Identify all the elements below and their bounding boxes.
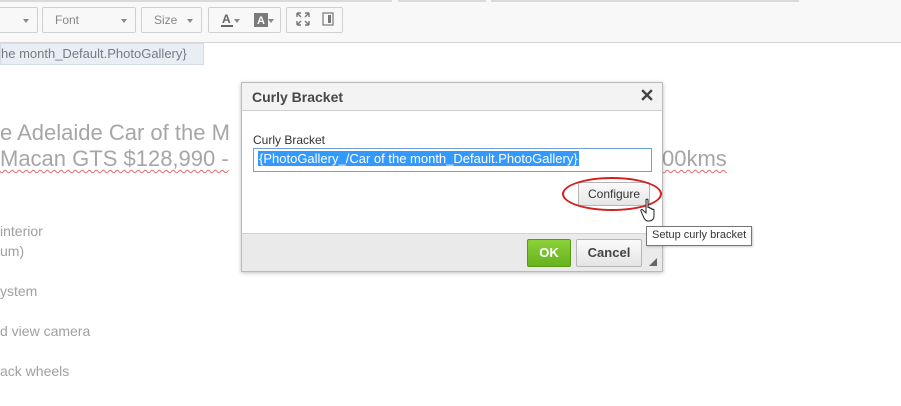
svg-text:A: A	[222, 12, 231, 26]
curly-bracket-label: Curly Bracket	[253, 133, 326, 147]
list-item: um)	[0, 243, 25, 259]
heading-line-1-text: e Adelaide Car of the M	[0, 120, 230, 145]
ok-button[interactable]: OK	[527, 239, 571, 267]
heading-line-2-text: Macan GTS $128,990 -	[0, 146, 229, 171]
cancel-button[interactable]: Cancel	[576, 239, 642, 267]
curly-bracket-dialog: Curly Bracket Curly Bracket {PhotoGaller…	[241, 82, 663, 272]
heading-line-1: e Adelaide Car of the M	[0, 120, 230, 146]
text-color-icon[interactable]: A	[216, 12, 240, 30]
size-combo-label: Size	[154, 13, 178, 27]
dialog-title-bar[interactable]: Curly Bracket	[242, 83, 662, 111]
toolbar-top-strip	[491, 0, 799, 2]
background-color-icon[interactable]: A	[250, 12, 274, 30]
font-combo-label: Font	[55, 13, 80, 27]
heading-line-2: Macan GTS $128,990 -	[0, 146, 229, 172]
configure-tooltip: Setup curly bracket	[646, 226, 753, 246]
maximize-icon[interactable]	[292, 12, 314, 30]
list-item: d view camera	[0, 323, 91, 339]
close-icon[interactable]	[640, 88, 654, 102]
svg-text:A: A	[257, 15, 265, 27]
list-item: interior	[0, 223, 43, 239]
tools-button-group	[286, 7, 343, 33]
list-item: ystem	[0, 283, 38, 299]
resize-handle[interactable]	[649, 258, 657, 266]
show-blocks-icon[interactable]	[317, 12, 339, 30]
toolbar-top-strip	[398, 0, 486, 2]
heading-line-2-end: 00kms	[662, 146, 727, 172]
dialog-footer: OK Cancel	[242, 233, 662, 271]
toolbar-top-strip	[0, 0, 392, 2]
dialog-title: Curly Bracket	[252, 89, 344, 105]
color-button-group: A A	[208, 7, 281, 33]
format-combo[interactable]	[0, 7, 38, 33]
editor-toolbar: Font Size A A	[0, 0, 901, 43]
size-combo[interactable]: Size	[141, 7, 202, 33]
hand-cursor-icon	[640, 198, 658, 222]
selected-text: {PhotoGallery_/Car of the month_Default.…	[258, 151, 579, 166]
placeholder-tag: he month_Default.PhotoGallery}	[0, 43, 204, 65]
heading-line-2-end-text: 00kms	[662, 146, 727, 171]
font-combo[interactable]: Font	[42, 7, 136, 33]
curly-bracket-input[interactable]: {PhotoGallery_/Car of the month_Default.…	[253, 148, 652, 172]
list-item: ack wheels	[0, 363, 70, 379]
